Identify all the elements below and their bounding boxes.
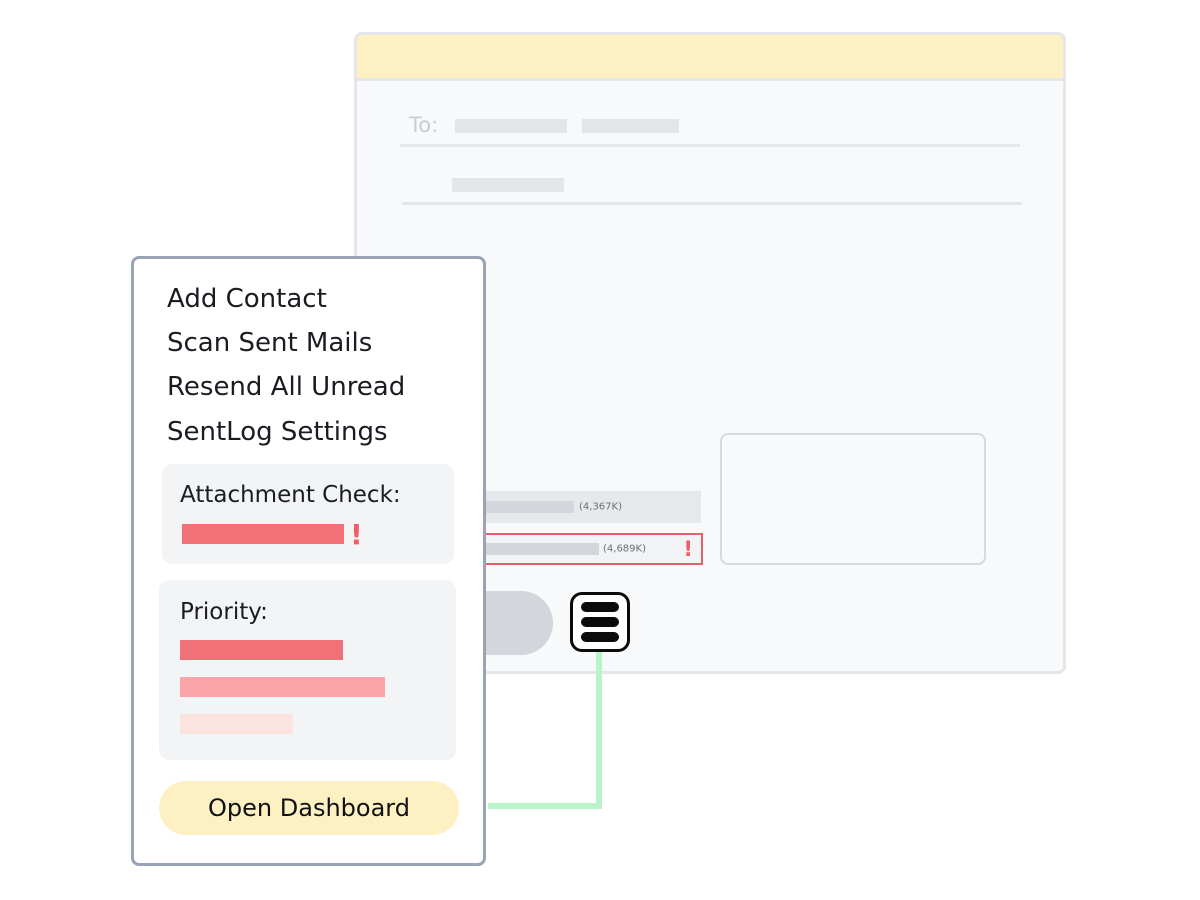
- attachment-row-warning[interactable]: (4,689K) !: [467, 533, 703, 565]
- open-dashboard-button[interactable]: Open Dashboard: [159, 781, 459, 835]
- priority-bar-high: [180, 640, 343, 660]
- menu-item-scan-sent-mails[interactable]: Scan Sent Mails: [167, 328, 372, 358]
- menu-item-sentlog-settings[interactable]: SentLog Settings: [167, 417, 388, 447]
- hamburger-menu-icon[interactable]: [570, 592, 630, 652]
- subject-placeholder: [452, 178, 564, 192]
- menu-icon-bar: [581, 617, 619, 627]
- attachment-warning-icon: !: [683, 537, 693, 561]
- recipient-placeholder-2: [582, 119, 679, 133]
- compose-titlebar: [357, 35, 1063, 81]
- priority-bar-low: [180, 714, 293, 734]
- attachment-alert-icon: !: [350, 518, 363, 551]
- priority-title: Priority:: [180, 599, 268, 625]
- attachment-size: (4,689K): [603, 543, 646, 555]
- attachment-row[interactable]: (4,367K): [467, 491, 701, 523]
- attachment-check-title: Attachment Check:: [180, 482, 401, 508]
- menu-item-resend-all-unread[interactable]: Resend All Unread: [167, 372, 405, 402]
- attachment-check-card: Attachment Check: !: [162, 464, 454, 564]
- subject-field-divider: [402, 202, 1022, 205]
- menu-icon-bar: [581, 632, 619, 642]
- menu-item-add-contact[interactable]: Add Contact: [167, 284, 327, 314]
- attachment-size: (4,367K): [579, 501, 622, 513]
- connector-line-horizontal: [488, 803, 602, 809]
- attachment-check-bar: [182, 524, 344, 544]
- priority-card: Priority:: [159, 580, 456, 760]
- to-label: To:: [409, 113, 439, 137]
- menu-icon-bar: [581, 602, 619, 612]
- to-field-divider: [400, 144, 1020, 147]
- image-placeholder: [720, 433, 986, 565]
- sentlog-panel: Add Contact Scan Sent Mails Resend All U…: [131, 256, 486, 866]
- priority-bar-medium: [180, 677, 385, 697]
- attachment-name-placeholder: [469, 543, 599, 555]
- connector-line-vertical: [596, 652, 602, 809]
- recipient-placeholder-1: [455, 119, 567, 133]
